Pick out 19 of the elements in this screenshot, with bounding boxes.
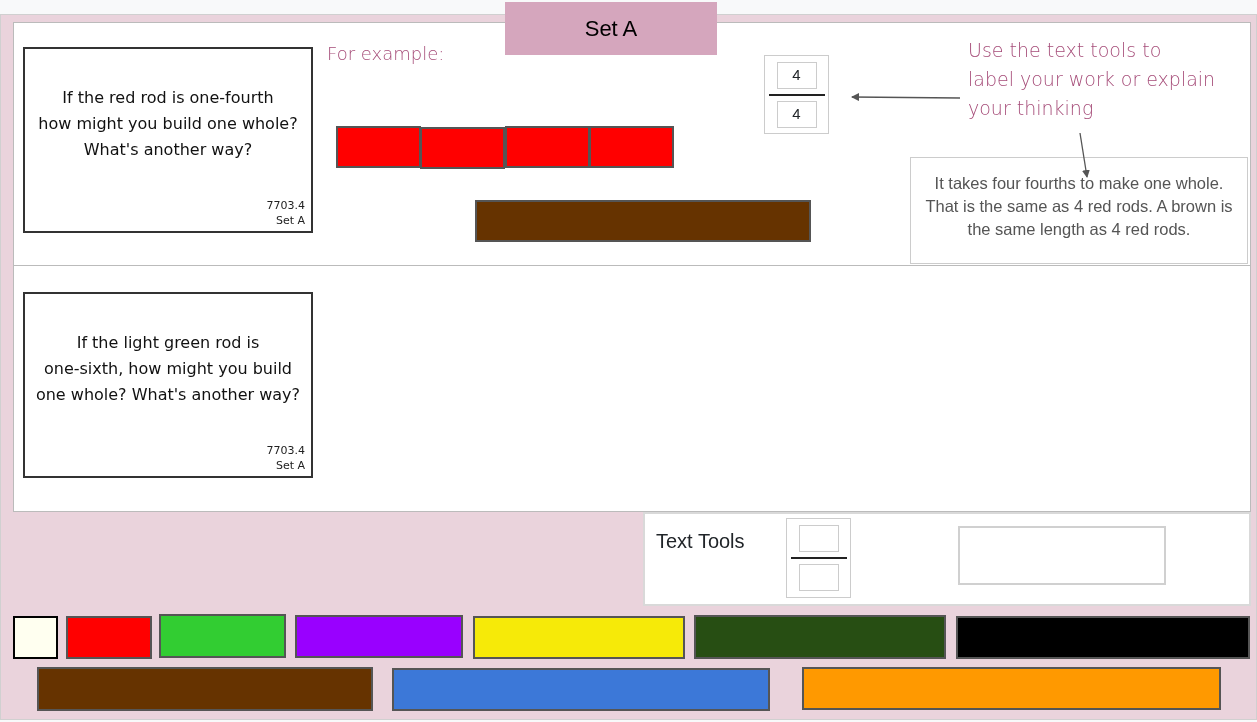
rod[interactable]: [13, 616, 58, 659]
example-label: For example:: [327, 42, 445, 66]
denominator-field[interactable]: 4: [776, 100, 817, 128]
hint-note: Use the text tools to label your work or explain your thinking: [968, 38, 1216, 121]
prompt-text: If the light green rod is one-sixth, how might you build one whole? What's another way?: [35, 331, 301, 406]
fraction-box[interactable]: 4 4: [764, 55, 829, 134]
text-tools-label: Text Tools: [656, 529, 745, 554]
answer-textbox[interactable]: It takes four fourths to make one whole. That is the same as 4 red rods. A brown is the same length as 4 red rods.: [910, 157, 1248, 264]
numerator-field[interactable]: 4: [776, 61, 817, 89]
card-code: 7703.4: [265, 443, 305, 458]
card-set: Set A: [274, 458, 305, 473]
prompt-text: If the red rod is one-fourth how might you build one whole? What's another way?: [38, 86, 298, 161]
leader-line: [1079, 132, 1090, 178]
card-set: Set A: [274, 213, 305, 228]
fraction-tool[interactable]: [786, 518, 851, 598]
card-code: 7703.4: [265, 198, 305, 213]
slide-title: Set A: [505, 2, 717, 55]
rod[interactable]: [473, 616, 685, 659]
text-box-tool[interactable]: [958, 526, 1166, 585]
